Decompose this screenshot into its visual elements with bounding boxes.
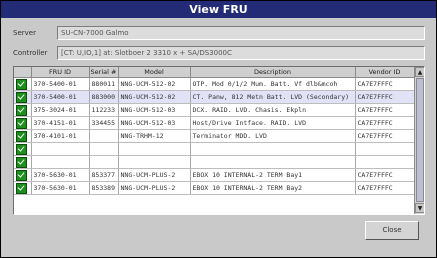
- cell-desc: [190, 155, 356, 169]
- col-vendor-id[interactable]: Vendor ID: [355, 67, 415, 78]
- col-serial[interactable]: Serial #: [89, 67, 119, 78]
- controller-label: Controller: [13, 49, 48, 57]
- cell-model: [118, 155, 191, 169]
- scroll-up-arrow-icon[interactable]: ▲: [415, 67, 424, 77]
- table-row[interactable]: 375-3024-01 112233 NNG-UCM-512-03 DCX. R…: [14, 103, 415, 117]
- cell-fru: 370-5630-01: [31, 181, 90, 195]
- table-row[interactable]: 370-4151-01 334455 NNG-UCM-512-03 Host/D…: [14, 116, 415, 130]
- cell-serial: 334455: [89, 116, 119, 130]
- scroll-thumb[interactable]: [416, 78, 424, 202]
- cell-serial: 112233: [89, 103, 119, 117]
- status-ok-icon: [16, 117, 27, 129]
- cell-fru: 370-4101-01: [31, 129, 90, 143]
- table-row[interactable]: 370-5400-01 880011 NNG-UCM-512-02 OTP. M…: [14, 77, 415, 91]
- col-description[interactable]: Description: [190, 67, 356, 78]
- table-row[interactable]: 370-5630-01 853377 NNG-UCM-PLUS-2 EBOX 1…: [14, 168, 415, 182]
- cell-fru: 370-5400-01: [31, 77, 90, 91]
- table-row[interactable]: 370-5630-01 853389 NNG-UCM-PLUS-2 EBOX 1…: [14, 181, 415, 195]
- cell-desc: EBOX 10 INTERNAL-2 TERM Bay2: [190, 181, 356, 195]
- cell-serial: [89, 129, 119, 143]
- cell-fru: 370-4151-01: [31, 116, 90, 130]
- status-ok-icon: [16, 91, 27, 103]
- cell-model: NNG-UCM-512-03: [118, 103, 191, 117]
- cell-serial: 853389: [89, 181, 119, 195]
- cell-vendor: CA7E7FFFC: [355, 77, 415, 91]
- cell-serial: 880011: [89, 77, 119, 91]
- cell-vendor: CA7E7FFFC: [355, 181, 415, 195]
- cell-serial: 853377: [89, 168, 119, 182]
- status-ok-icon: [16, 169, 27, 181]
- table-header: FRU ID Serial # Model Description Vendor…: [14, 67, 415, 78]
- cell-model: NNG-UCM-512-02: [118, 90, 191, 104]
- cell-fru: [31, 142, 90, 156]
- status-ok-icon: [16, 156, 27, 168]
- cell-vendor: CA7E7FFFC: [355, 129, 415, 143]
- status-ok-icon: [16, 182, 27, 194]
- cell-serial: [89, 142, 119, 156]
- cell-serial: 883000: [89, 90, 119, 104]
- fru-table[interactable]: FRU ID Serial # Model Description Vendor…: [13, 66, 425, 215]
- cell-serial: [89, 155, 119, 169]
- close-button[interactable]: Close: [365, 221, 419, 240]
- cell-model: NNG-UCM-512-03: [118, 116, 191, 130]
- cell-desc: EBOX 10 INTERNAL-2 TERM Bay1: [190, 168, 356, 182]
- server-label: Server: [13, 29, 36, 37]
- cell-model: NNG-UCM-512-02: [118, 77, 191, 91]
- col-model[interactable]: Model: [118, 67, 191, 78]
- cell-fru: 375-3024-01: [31, 103, 90, 117]
- cell-desc: [190, 142, 356, 156]
- cell-desc: Host/Drive Intface. RAID. LVD: [190, 116, 356, 130]
- server-field: SU-CN-7000 Galmo: [57, 26, 425, 40]
- cell-desc: CT. Panw, 812 Metn Batt. LVD (Secondary): [190, 90, 356, 104]
- cell-model: NNG-UCM-PLUS-2: [118, 168, 191, 182]
- cell-model: NNG-TRHM-12: [118, 129, 191, 143]
- window-title: View FRU: [1, 1, 436, 18]
- cell-fru: 370-5630-01: [31, 168, 90, 182]
- status-ok-icon: [16, 104, 27, 116]
- table-row-selected[interactable]: 370-5400-01 883000 NNG-UCM-512-02 CT. Pa…: [14, 90, 415, 104]
- cell-model: NNG-UCM-PLUS-2: [118, 181, 191, 195]
- status-ok-icon: [16, 78, 27, 90]
- cell-vendor: [355, 155, 415, 169]
- cell-desc: Terminator MDD. LVD: [190, 129, 356, 143]
- cell-model: [118, 142, 191, 156]
- scroll-down-arrow-icon[interactable]: ▼: [415, 203, 424, 213]
- vertical-scrollbar[interactable]: ▲ ▼: [414, 67, 424, 214]
- cell-vendor: CA7E7FFFC: [355, 90, 415, 104]
- cell-fru: 370-5400-01: [31, 90, 90, 104]
- status-ok-icon: [16, 143, 27, 155]
- controller-field: [CT: U,IO,1] at: Slotboer 2 3310 x + SA/…: [57, 46, 425, 60]
- fru-grid: FRU ID Serial # Model Description Vendor…: [14, 67, 415, 195]
- table-row[interactable]: [14, 142, 415, 156]
- col-status: [14, 67, 32, 78]
- cell-vendor: [355, 142, 415, 156]
- cell-desc: DCX. RAID. LVD. Chasis. Ekpln: [190, 103, 356, 117]
- table-row[interactable]: 370-4101-01 NNG-TRHM-12 Terminator MDD. …: [14, 129, 415, 143]
- cell-desc: OTP. Mod 0/1/2 Mum. Batt. Vf dlb&mcoh: [190, 77, 356, 91]
- table-row[interactable]: [14, 155, 415, 169]
- col-fru-id[interactable]: FRU ID: [31, 67, 90, 78]
- status-ok-icon: [16, 130, 27, 142]
- view-fru-window: View FRU Server SU-CN-7000 Galmo Control…: [0, 0, 437, 258]
- cell-vendor: CA7E7FFFC: [355, 116, 415, 130]
- cell-vendor: CA7E7FFFC: [355, 103, 415, 117]
- cell-fru: [31, 155, 90, 169]
- cell-vendor: CA7E7FFFC: [355, 168, 415, 182]
